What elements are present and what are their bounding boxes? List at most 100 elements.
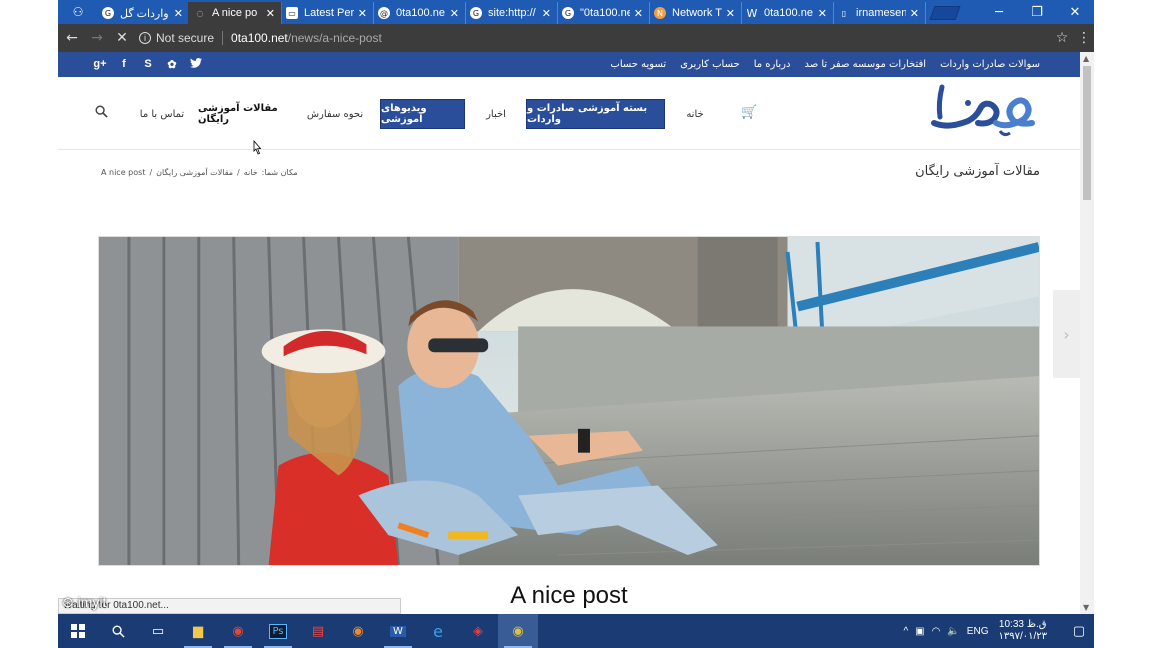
network-icon[interactable]: ▣ — [915, 626, 924, 637]
search-icon[interactable] — [95, 105, 108, 122]
info-icon[interactable]: i — [139, 32, 151, 44]
tab-2[interactable]: ▭ Latest Perl ✕ — [280, 2, 374, 24]
forward-icon[interactable]: → — [86, 27, 108, 49]
top-link-checkout[interactable]: تسویه حساب — [610, 59, 666, 70]
tab-7[interactable]: W 0ta100.ne ✕ — [740, 2, 834, 24]
site-topbar: g+ f S ✿ سوالات صادرات واردات افتخارات م… — [58, 52, 1080, 77]
dribbble-icon[interactable]: ✿ — [160, 58, 184, 71]
close-tab-icon[interactable]: ✕ — [818, 7, 827, 20]
google-plus-icon[interactable]: g+ — [88, 58, 112, 71]
firefox-icon[interactable]: ◉ — [338, 614, 378, 648]
minimize-icon[interactable]: ─ — [980, 0, 1018, 24]
tab-search-icon[interactable]: ⚇ — [58, 0, 98, 24]
menu-kebab-icon[interactable]: ⋮ — [1074, 30, 1094, 46]
tab-1[interactable]: ◌ A nice po ✕ — [188, 2, 282, 24]
photoshop-icon[interactable]: Ps — [258, 614, 298, 648]
wifi-icon[interactable]: ◠ — [932, 626, 941, 637]
security-label[interactable]: Not secure — [156, 31, 214, 45]
monitor-icon: ▭ — [286, 7, 298, 19]
screen: ⚇ G واردات گل ✕ ◌ A nice po ✕ ▭ Latest P… — [0, 0, 1152, 648]
close-tab-icon[interactable]: ✕ — [910, 7, 919, 20]
search-icon[interactable] — [98, 614, 138, 648]
language-indicator[interactable]: ENG — [967, 626, 989, 637]
menu-home[interactable]: خانه — [680, 99, 710, 129]
top-link-export-faq[interactable]: سوالات صادرات واردات — [940, 59, 1040, 70]
breadcrumb-home[interactable]: خانه — [244, 168, 258, 177]
watermark-text: imyit — [77, 594, 107, 610]
site-logo[interactable] — [928, 83, 1038, 139]
close-tab-icon[interactable]: ✕ — [450, 7, 459, 20]
breadcrumb-separator: / — [149, 168, 153, 177]
wikipedia-icon: W — [746, 6, 758, 20]
close-window-icon[interactable]: ✕ — [1056, 0, 1094, 24]
breadcrumb-current: A nice post — [101, 168, 146, 177]
menu-videos[interactable]: ویدیوهای آموزشی — [380, 99, 465, 129]
hero-image — [98, 236, 1040, 566]
url-path: /news/a-nice-post — [287, 31, 382, 45]
top-links: سوالات صادرات واردات افتخارات موسسه صفر … — [596, 59, 1040, 70]
tab-strip: ⚇ G واردات گل ✕ ◌ A nice po ✕ ▭ Latest P… — [58, 0, 1094, 24]
page-icon: ▯ — [841, 8, 847, 18]
tab-6[interactable]: N Network T ✕ — [648, 2, 742, 24]
vivaldi-icon[interactable]: ◈ — [458, 614, 498, 648]
menu-news[interactable]: اخبار — [480, 99, 512, 129]
tab-title: 0ta100.ne — [764, 7, 813, 19]
facebook-icon[interactable]: f — [112, 58, 136, 71]
scroll-thumb[interactable] — [1083, 66, 1091, 200]
tab-4[interactable]: G site:http:// ✕ — [464, 2, 558, 24]
google-icon: G — [470, 7, 482, 19]
tab-0[interactable]: G واردات گل ✕ — [96, 2, 190, 24]
close-tab-icon[interactable]: ✕ — [726, 7, 735, 20]
edge-icon[interactable]: e — [418, 614, 458, 648]
restore-icon[interactable]: ❐ — [1018, 0, 1056, 24]
menu-contact[interactable]: تماس با ما — [138, 99, 186, 129]
top-link-honors[interactable]: افتخارات موسسه صفر تا صد — [804, 59, 926, 70]
breadcrumb-category[interactable]: مقالات آموزشی رایگان — [156, 168, 233, 177]
close-tab-icon[interactable]: ✕ — [266, 7, 275, 20]
menu-free-articles[interactable]: مقالات آموزشی رایگان — [198, 99, 293, 129]
menu-how-to-order[interactable]: نحوه سفارش — [305, 99, 365, 129]
url-field[interactable]: i Not secure 0ta100.net/news/a-nice-post — [139, 27, 1050, 49]
tab-5[interactable]: G "0ta100.ne ✕ — [556, 2, 650, 24]
windows-start-icon[interactable] — [58, 614, 98, 648]
page-scrollbar[interactable]: ▲ ▼ — [1080, 52, 1094, 614]
file-explorer-icon[interactable]: ▆ — [178, 614, 218, 648]
chrome-active-icon[interactable]: ◉ — [498, 614, 538, 648]
new-tab-button[interactable] — [929, 6, 961, 20]
task-view-icon[interactable]: ▭ — [138, 614, 178, 648]
clock[interactable]: 10:33 ق.ظ ۱۳۹۷/۰۱/۲۳ — [998, 619, 1047, 643]
close-tab-icon[interactable]: ✕ — [542, 7, 551, 20]
twitter-icon[interactable] — [184, 58, 208, 71]
tray-chevron-icon[interactable]: ^ — [903, 626, 908, 637]
skype-icon[interactable]: S — [136, 58, 160, 71]
close-tab-icon[interactable]: ✕ — [634, 7, 643, 20]
top-link-about[interactable]: درباره ما — [754, 59, 791, 70]
bookmark-star-icon[interactable]: ☆ — [1050, 30, 1074, 46]
tab-3[interactable]: @ 0ta100.ne ✕ — [372, 2, 466, 24]
mouse-cursor-icon — [253, 140, 262, 155]
watermark-logo: ⊛ imyit — [62, 594, 107, 610]
url-separator — [222, 31, 224, 45]
back-icon[interactable]: ← — [61, 27, 83, 49]
word-icon[interactable]: W — [378, 614, 418, 648]
tab-title: Network T — [672, 7, 722, 19]
tab-8[interactable]: ▯ irnamesen ✕ — [832, 2, 926, 24]
volume-icon[interactable]: 🔈 — [947, 626, 959, 637]
chrome-icon[interactable]: ◉ — [218, 614, 258, 648]
notification-icon[interactable]: ▢ — [1064, 623, 1094, 639]
tab-title: A nice po — [212, 7, 258, 19]
window-controls: ─ ❐ ✕ — [980, 0, 1094, 24]
menu-package[interactable]: بسته آموزشی صادرات و واردات — [526, 99, 665, 129]
scroll-down-icon[interactable]: ▼ — [1083, 603, 1089, 612]
tab-title: واردات گل — [120, 7, 169, 20]
cart-icon[interactable]: 🛒 — [741, 105, 757, 120]
media-app-icon[interactable]: ▤ — [298, 614, 338, 648]
close-tab-icon[interactable]: ✕ — [174, 7, 183, 20]
slider-next-icon[interactable]: › — [1053, 290, 1080, 378]
left-gutter — [0, 0, 58, 648]
close-tab-icon[interactable]: ✕ — [358, 7, 367, 20]
top-link-account[interactable]: حساب کاربری — [680, 59, 740, 70]
stop-icon[interactable]: ✕ — [111, 27, 133, 49]
scroll-up-icon[interactable]: ▲ — [1083, 54, 1089, 63]
clock-time: 10:33 ق.ظ — [998, 619, 1047, 630]
